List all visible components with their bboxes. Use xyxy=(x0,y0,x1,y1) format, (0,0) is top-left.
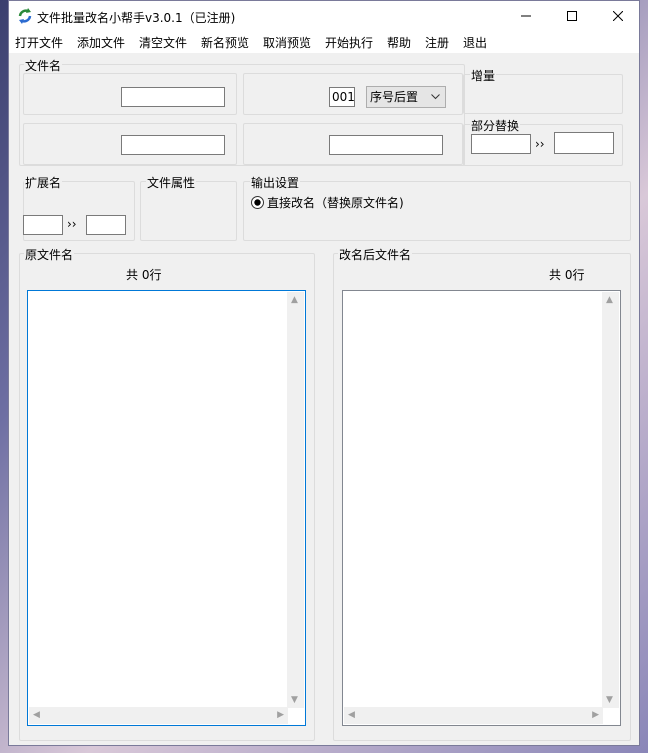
output-settings-group xyxy=(243,181,631,241)
menu-preview-names[interactable]: 新名预览 xyxy=(201,34,249,51)
renamed-files-label: 改名后文件名 xyxy=(338,246,413,263)
menu-help[interactable]: 帮助 xyxy=(387,34,411,51)
output-settings-label: 输出设置 xyxy=(250,174,301,191)
menu-clear-files[interactable]: 清空文件 xyxy=(139,34,187,51)
filename-group-label: 文件名 xyxy=(24,57,63,74)
maximize-button[interactable] xyxy=(549,1,595,31)
minimize-button[interactable] xyxy=(503,1,549,31)
file-attributes-label: 文件属性 xyxy=(146,174,197,191)
serial-position-value: 序号后置 xyxy=(370,90,419,104)
menu-cancel-preview[interactable]: 取消预览 xyxy=(263,34,311,51)
original-list-vscrollbar[interactable]: ▲ ▼ xyxy=(287,292,304,708)
extension-to-input[interactable] xyxy=(86,215,126,235)
renamed-count-text: 共 0行 xyxy=(549,268,585,282)
scroll-down-icon[interactable]: ▼ xyxy=(291,695,298,705)
close-button[interactable] xyxy=(595,1,641,31)
serial-start-input[interactable]: 001 xyxy=(329,87,355,107)
original-files-label: 原文件名 xyxy=(24,246,75,263)
menu-exit[interactable]: 退出 xyxy=(463,34,487,51)
replace-arrow: ›› xyxy=(535,137,545,151)
menu-register[interactable]: 注册 xyxy=(425,34,449,51)
renamed-list-hscrollbar[interactable]: ◀ ▶ xyxy=(344,707,603,724)
original-count-text: 共 0行 xyxy=(126,268,162,282)
extension-group-label: 扩展名 xyxy=(24,174,63,191)
direct-rename-radio[interactable]: 直接改名（替换原文件名) xyxy=(251,194,404,211)
renamed-list-vscrollbar[interactable]: ▲ ▼ xyxy=(602,292,619,708)
main-window: 文件批量改名小帮手v3.0.1（已注册) 打开文件 添加文件 清空文件 新名预览… xyxy=(8,0,640,746)
direct-rename-label: 直接改名（替换原文件名) xyxy=(267,196,404,210)
menu-bar: 打开文件 添加文件 清空文件 新名预览 取消预览 开始执行 帮助 注册 退出 xyxy=(9,31,639,53)
partial-replace-label: 部分替换 xyxy=(470,117,521,134)
menu-open-file[interactable]: 打开文件 xyxy=(15,34,63,51)
filename-suffix-input[interactable] xyxy=(121,135,225,155)
scroll-right-icon[interactable]: ▶ xyxy=(592,710,599,720)
minimize-icon xyxy=(521,15,531,17)
replace-from-input[interactable] xyxy=(471,134,531,154)
filename-prefix-input[interactable] xyxy=(121,87,225,107)
replace-to-input[interactable] xyxy=(554,132,614,154)
extension-from-input[interactable] xyxy=(23,215,63,235)
scroll-left-icon[interactable]: ◀ xyxy=(33,710,40,720)
radio-checked-icon xyxy=(251,196,264,209)
increment-group-label: 增量 xyxy=(470,67,497,84)
menu-execute[interactable]: 开始执行 xyxy=(325,34,373,51)
scroll-left-icon[interactable]: ◀ xyxy=(348,710,355,720)
serial-position-select[interactable]: 序号后置 xyxy=(366,86,446,108)
original-list-hscrollbar[interactable]: ◀ ▶ xyxy=(29,707,288,724)
extension-arrow: ›› xyxy=(67,217,77,231)
close-icon xyxy=(613,11,623,21)
scroll-up-icon[interactable]: ▲ xyxy=(291,295,298,305)
maximize-icon xyxy=(567,11,577,21)
scroll-down-icon[interactable]: ▼ xyxy=(606,695,613,705)
menu-add-file[interactable]: 添加文件 xyxy=(77,34,125,51)
window-title: 文件批量改名小帮手v3.0.1（已注册) xyxy=(37,11,236,25)
scroll-right-icon[interactable]: ▶ xyxy=(277,710,284,720)
original-files-list[interactable]: ▲ ▼ ◀ ▶ xyxy=(27,290,306,726)
title-bar: 文件批量改名小帮手v3.0.1（已注册) xyxy=(9,1,639,31)
renamed-files-list[interactable]: ▲ ▼ ◀ ▶ xyxy=(342,290,621,726)
chevron-down-icon xyxy=(431,94,440,100)
app-icon xyxy=(18,8,32,24)
filename-extra-input[interactable] xyxy=(329,135,443,155)
scroll-up-icon[interactable]: ▲ xyxy=(606,295,613,305)
